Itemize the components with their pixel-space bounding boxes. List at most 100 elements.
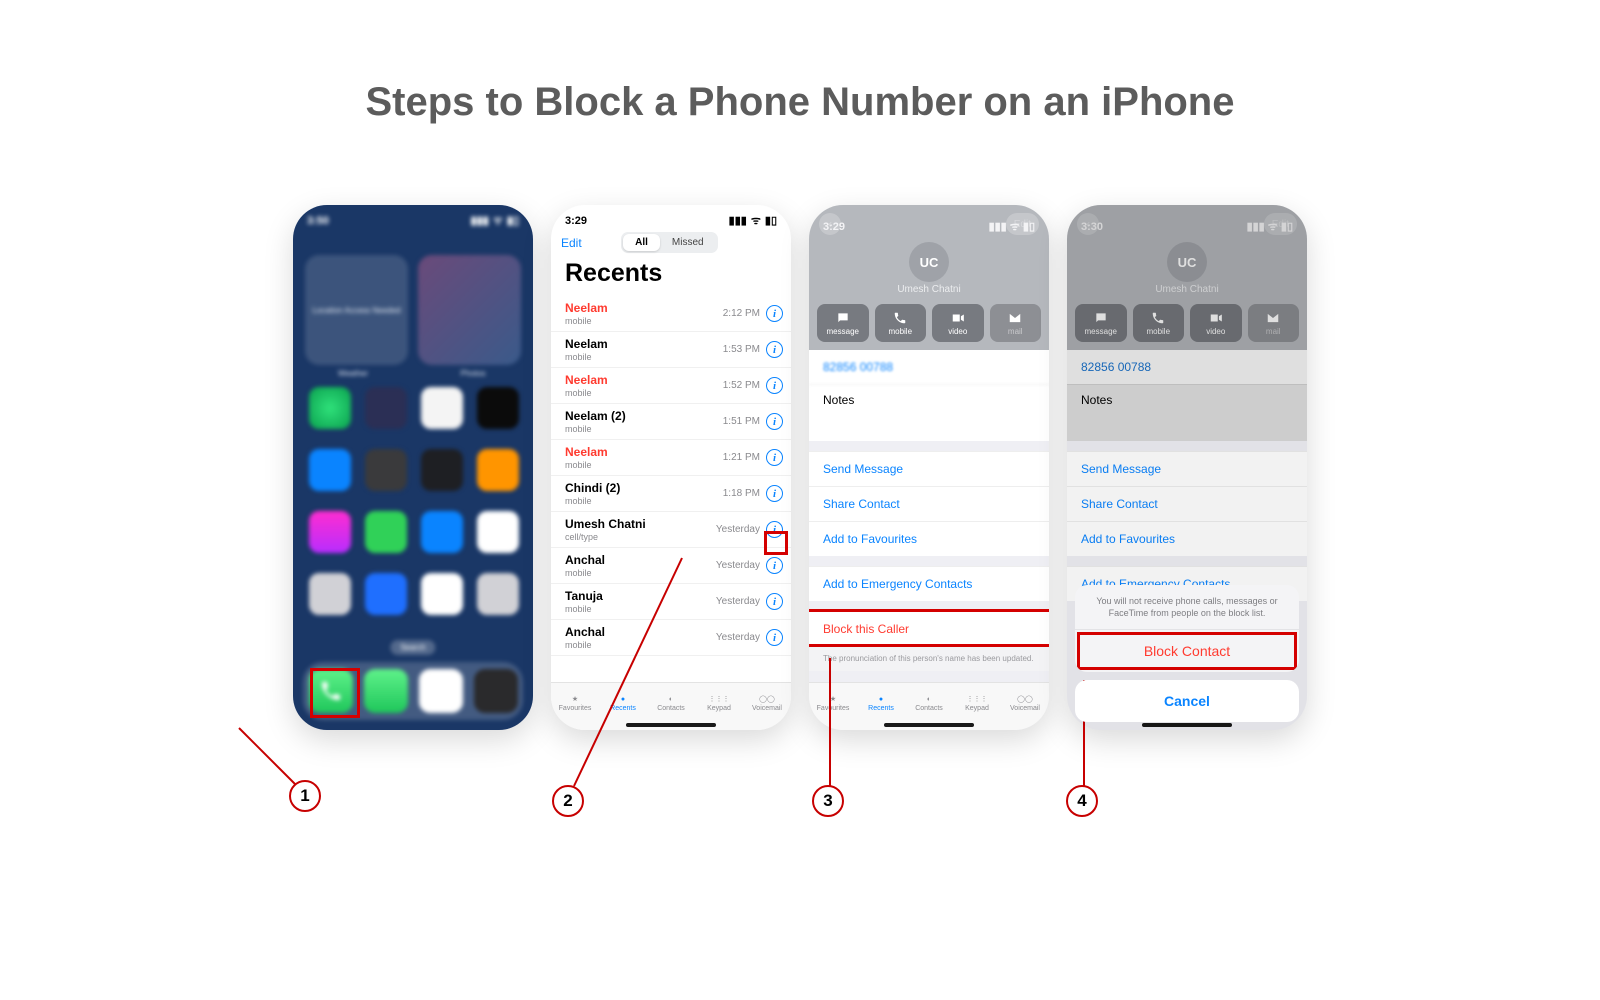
app-icon[interactable] [365, 511, 407, 553]
tab-voicemail[interactable]: ◯◯Voicemail [743, 683, 791, 724]
call-row[interactable]: AnchalmobileYesterdayi [551, 548, 791, 584]
info-icon[interactable]: i [766, 557, 783, 574]
app-icon[interactable] [477, 449, 519, 491]
step-number-4: 4 [1066, 785, 1098, 817]
app-icon[interactable] [421, 449, 463, 491]
app-icon[interactable] [309, 573, 351, 615]
tab-keypad[interactable]: ⋮⋮⋮Keypad [695, 683, 743, 724]
call-row[interactable]: Neelam (2)mobile1:51 PMi [551, 404, 791, 440]
app-icon[interactable] [365, 573, 407, 615]
call-row[interactable]: TanujamobileYesterdayi [551, 584, 791, 620]
message-icon [835, 311, 851, 325]
safari-app-icon[interactable] [419, 669, 463, 713]
app-icon[interactable] [421, 387, 463, 429]
keypad-icon: ⋮⋮⋮ [967, 695, 988, 703]
call-name: Chindi (2) [565, 481, 723, 495]
mail-icon [1007, 311, 1023, 325]
call-sub: mobile [565, 640, 716, 650]
phones-row: 3:50 ▮▮▮ ᯤ ▮▯ Location Access Needed Wea… [0, 205, 1600, 730]
app-icon[interactable] [309, 511, 351, 553]
call-time: 1:52 PM [723, 380, 760, 391]
signal-icon: ▮▮▮ [471, 214, 489, 227]
call-row[interactable]: Neelammobile1:21 PMi [551, 440, 791, 476]
info-icon[interactable]: i [766, 629, 783, 646]
tab-recents[interactable]: ●Recents [857, 683, 905, 724]
link-add-emergency[interactable]: Add to Emergency Contacts [809, 566, 1049, 601]
call-time: Yesterday [716, 560, 760, 571]
star-icon: ★ [572, 695, 578, 703]
call-time: 1:18 PM [723, 488, 760, 499]
app-icon[interactable] [309, 387, 351, 429]
clock-icon: ● [621, 696, 625, 703]
phone-number[interactable]: 82856 00788 [809, 350, 1049, 385]
action-message[interactable]: message [817, 304, 869, 342]
messages-app-icon[interactable] [364, 669, 408, 713]
contact-header: 3:29 ▮▮▮ ᯤ ▮▯ ‹ Edit UC Umesh Chatni mes… [809, 205, 1049, 350]
phone-step-3: 3:29 ▮▮▮ ᯤ ▮▯ ‹ Edit UC Umesh Chatni mes… [809, 205, 1049, 730]
status-time: 3:29 [565, 215, 587, 227]
link-share-contact[interactable]: Share Contact [809, 486, 1049, 521]
link-send-message[interactable]: Send Message [809, 451, 1049, 486]
tab-contacts[interactable]: ◐Contacts [905, 683, 953, 724]
info-icon[interactable]: i [766, 413, 783, 430]
phone-icon [892, 311, 908, 325]
app-icon[interactable] [365, 387, 407, 429]
call-row[interactable]: Neelammobile1:52 PM i [551, 368, 791, 404]
info-icon[interactable]: i [766, 341, 783, 358]
tab-favourites[interactable]: ★Favourites [809, 683, 857, 724]
call-row[interactable]: AnchalmobileYesterdayi [551, 620, 791, 656]
tab-contacts[interactable]: ◐Contacts [647, 683, 695, 724]
info-icon[interactable]: i [766, 305, 783, 322]
info-icon[interactable]: i [766, 593, 783, 610]
seg-all[interactable]: All [623, 234, 660, 251]
call-name: Neelam (2) [565, 409, 723, 423]
recents-segmented[interactable]: All Missed [621, 232, 717, 253]
notes-label[interactable]: Notes [809, 385, 1049, 441]
block-action-sheet: You will not receive phone calls, messag… [1075, 585, 1299, 722]
seg-missed[interactable]: Missed [660, 234, 716, 251]
video-icon [950, 311, 966, 325]
link-add-favourites[interactable]: Add to Favourites [809, 521, 1049, 556]
call-row[interactable]: Neelammobile1:53 PMi [551, 332, 791, 368]
call-row[interactable]: Umesh Chatnicell/typeYesterdayi [551, 512, 791, 548]
call-sub: mobile [565, 388, 723, 398]
voicemail-icon: ◯◯ [1017, 695, 1033, 703]
action-call[interactable]: mobile [875, 304, 927, 342]
call-row[interactable]: Neelammobile2:12 PMi [551, 296, 791, 332]
call-sub: cell/type [565, 532, 716, 542]
action-video[interactable]: video [932, 304, 984, 342]
tab-recents[interactable]: ●Recents [599, 683, 647, 724]
widget-weather[interactable]: Location Access Needed [305, 255, 408, 365]
phone-step-4: 3:30 ▮▮▮ ᯤ ▮▯ ‹ Edit UC Umesh Chatni mes… [1067, 205, 1307, 730]
app-icon[interactable] [477, 511, 519, 553]
tab-favourites[interactable]: ★Favourites [551, 683, 599, 724]
app-icon[interactable] [421, 573, 463, 615]
home-indicator [626, 723, 716, 727]
home-search[interactable]: Search [390, 640, 435, 655]
call-row[interactable]: Chindi (2)mobile1:18 PMi [551, 476, 791, 512]
app-icon[interactable] [309, 449, 351, 491]
app-icon[interactable] [365, 449, 407, 491]
call-name: Neelam [565, 373, 723, 387]
step3-highlight [809, 609, 1049, 647]
app-icon[interactable] [477, 387, 519, 429]
edit-button[interactable]: Edit [561, 236, 582, 250]
info-icon[interactable]: i [766, 449, 783, 466]
info-icon[interactable]: i [766, 485, 783, 502]
call-name: Umesh Chatni [565, 517, 716, 531]
widget-photos[interactable] [418, 255, 521, 365]
battery-icon: ▮▯ [507, 214, 519, 227]
recents-heading: Recents [551, 253, 791, 296]
call-time: 1:21 PM [723, 452, 760, 463]
sheet-message: You will not receive phone calls, messag… [1075, 585, 1299, 630]
tab-voicemail[interactable]: ◯◯Voicemail [1001, 683, 1049, 724]
app-icon[interactable] [421, 511, 463, 553]
phone-step-1: 3:50 ▮▮▮ ᯤ ▮▯ Location Access Needed Wea… [293, 205, 533, 730]
tab-keypad[interactable]: ⋮⋮⋮Keypad [953, 683, 1001, 724]
call-time: Yesterday [716, 632, 760, 643]
cancel-button[interactable]: Cancel [1075, 680, 1299, 722]
info-icon[interactable]: i [766, 377, 783, 394]
camera-app-icon[interactable] [474, 669, 518, 713]
app-icon[interactable] [477, 573, 519, 615]
action-mail[interactable]: mail [990, 304, 1042, 342]
